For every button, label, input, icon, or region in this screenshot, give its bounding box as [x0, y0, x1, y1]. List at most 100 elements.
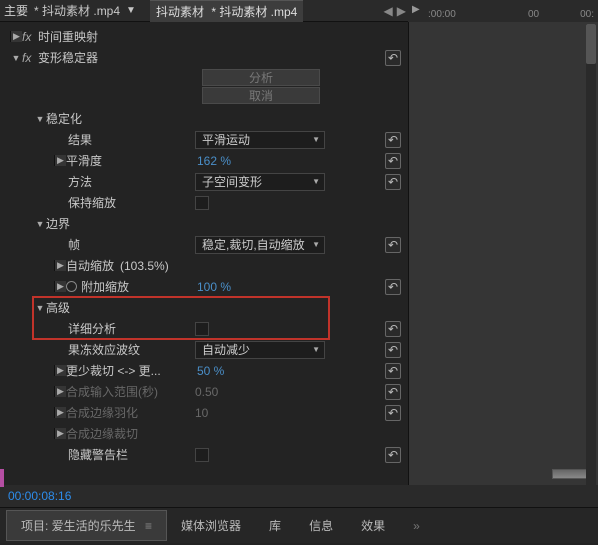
chevron-right-icon[interactable]	[54, 407, 66, 418]
prop-synth-edge: 合成边缘羽化 10 ↶	[0, 402, 408, 423]
chevron-right-icon[interactable]	[54, 428, 66, 439]
reset-icon[interactable]: ↶	[385, 153, 401, 169]
group-stabilization[interactable]: 稳定化	[0, 108, 408, 129]
chevron-right-icon[interactable]	[10, 31, 22, 42]
play-icon[interactable]: ▶	[412, 4, 420, 15]
prop-label: 更少裁切 <-> 更...	[66, 362, 161, 379]
main-label[interactable]: 主要	[4, 2, 28, 19]
tick-label: :00:00	[428, 9, 456, 20]
analyze-button[interactable]: 分析	[202, 69, 320, 86]
preserve-scale-checkbox[interactable]	[195, 196, 209, 210]
chevron-down-icon[interactable]	[34, 219, 46, 229]
prop-label: 合成边缘裁切	[66, 425, 138, 442]
chevron-right-icon[interactable]	[54, 260, 66, 271]
chevron-right-icon[interactable]	[54, 365, 66, 376]
rolling-shutter-dropdown[interactable]: 自动减少	[195, 341, 325, 359]
prop-framing: 帧 稳定,裁切,自动缩放 ↶	[0, 234, 408, 255]
accent-marker	[0, 469, 4, 487]
result-dropdown[interactable]: 平滑运动	[195, 131, 325, 149]
hide-warning-checkbox[interactable]	[195, 448, 209, 462]
timecode-bar: 00:00:08:16	[0, 485, 598, 507]
autoscale-pct: (103.5%)	[120, 259, 169, 273]
chevron-right-icon[interactable]	[54, 386, 66, 397]
scrollbar-thumb[interactable]	[586, 24, 596, 64]
reset-icon[interactable]: ↶	[385, 174, 401, 190]
chevron-right-icon[interactable]	[54, 281, 66, 292]
synth-input-value: 0.50	[195, 385, 218, 399]
timeline-ruler[interactable]: ▶ :00:00 00 00:	[408, 0, 598, 22]
reset-icon[interactable]: ↶	[385, 50, 401, 66]
prop-hide-warning: 隐藏警告栏 ↶	[0, 444, 408, 465]
prop-method: 方法 子空间变形 ↶	[0, 171, 408, 192]
scrollbar[interactable]	[586, 24, 596, 485]
prop-preserve-scale: 保持缩放	[0, 192, 408, 213]
bottom-tabs: 项目: 爱生活的乐先生 ≡ 媒体浏览器 库 信息 效果 »	[0, 507, 598, 543]
prop-label: 自动缩放	[66, 257, 114, 274]
reset-icon[interactable]: ↶	[385, 321, 401, 337]
prop-detailed-analysis: 详细分析 ↶	[0, 318, 408, 339]
reset-icon[interactable]: ↶	[385, 405, 401, 421]
nav-prev-icon[interactable]: ◀	[384, 4, 393, 18]
group-label: 高级	[46, 299, 70, 316]
effect-warp-stabilizer[interactable]: fx 变形稳定器 ↶	[0, 47, 408, 68]
tick-label: 00	[528, 9, 539, 20]
prop-rolling-shutter: 果冻效应波纹 自动减少 ↶	[0, 339, 408, 360]
prop-label: 果冻效应波纹	[68, 341, 140, 358]
chevron-down-icon[interactable]	[34, 114, 46, 124]
tab-more-icon[interactable]: »	[399, 513, 434, 539]
nav-next-icon[interactable]: ▶	[397, 4, 406, 18]
effect-time-remap[interactable]: fx 时间重映射	[0, 26, 408, 47]
fx-icon: fx	[22, 30, 38, 44]
chevron-down-icon[interactable]	[10, 53, 22, 63]
prop-autoscale[interactable]: 自动缩放 (103.5%)	[0, 255, 408, 276]
prop-synth-edge-crop: 合成边缘裁切	[0, 423, 408, 444]
group-borders[interactable]: 边界	[0, 213, 408, 234]
panel-menu-icon[interactable]: ≡	[145, 519, 152, 533]
effect-label: 变形稳定器	[38, 49, 98, 66]
tab-library[interactable]: 库	[255, 511, 295, 540]
synth-edge-value: 10	[195, 406, 208, 420]
effect-label: 时间重映射	[38, 28, 98, 45]
breadcrumb-tab[interactable]: 抖动素材 * 抖动素材 .mp4	[150, 0, 303, 22]
reset-icon[interactable]: ↶	[385, 363, 401, 379]
prop-label: 帧	[68, 236, 80, 253]
framing-dropdown[interactable]: 稳定,裁切,自动缩放	[195, 236, 325, 254]
detailed-analysis-checkbox[interactable]	[195, 322, 209, 336]
file1-label[interactable]: * 抖动素材 .mp4	[34, 2, 120, 19]
reset-icon[interactable]: ↶	[385, 237, 401, 253]
tab-effects[interactable]: 效果	[347, 511, 399, 540]
effects-panel: fx 时间重映射 fx 变形稳定器 ↶ 分析 取消 稳定化 结果 平滑运动 ↶	[0, 22, 408, 485]
group-label: 稳定化	[46, 110, 82, 127]
cancel-button[interactable]: 取消	[202, 87, 320, 104]
timecode-value[interactable]: 00:00:08:16	[8, 489, 71, 503]
smoothness-value[interactable]: 162 %	[195, 154, 231, 168]
reset-icon[interactable]: ↶	[385, 384, 401, 400]
reset-icon[interactable]: ↶	[385, 132, 401, 148]
tab-media-browser[interactable]: 媒体浏览器	[167, 511, 255, 540]
prop-label: 合成输入范围(秒)	[66, 383, 158, 400]
prop-label: 平滑度	[66, 152, 102, 169]
less-more-value[interactable]: 50 %	[195, 364, 224, 378]
prop-label: 结果	[68, 131, 92, 148]
reset-icon[interactable]: ↶	[385, 279, 401, 295]
prop-label: 隐藏警告栏	[68, 446, 128, 463]
prop-label: 附加缩放	[81, 278, 129, 295]
prop-label: 详细分析	[68, 320, 116, 337]
dropdown-arrow-icon[interactable]: ▼	[126, 5, 136, 16]
chevron-down-icon[interactable]	[34, 303, 46, 313]
method-dropdown[interactable]: 子空间变形	[195, 173, 325, 191]
keyframe-icon[interactable]	[64, 279, 80, 295]
tab-info[interactable]: 信息	[295, 511, 347, 540]
tick-label: 00:	[580, 9, 594, 20]
tab-project[interactable]: 项目: 爱生活的乐先生 ≡	[6, 510, 167, 541]
group-label: 边界	[46, 215, 70, 232]
group-advanced[interactable]: 高级	[0, 297, 408, 318]
chevron-right-icon[interactable]	[54, 155, 66, 166]
reset-icon[interactable]: ↶	[385, 447, 401, 463]
prop-synth-input: 合成输入范围(秒) 0.50 ↶	[0, 381, 408, 402]
timeline-track-area	[408, 22, 598, 485]
reset-icon[interactable]: ↶	[385, 342, 401, 358]
additional-scale-value[interactable]: 100 %	[195, 280, 231, 294]
nav-arrows: ◀ ▶	[384, 0, 406, 22]
prop-smoothness: 平滑度 162 % ↶	[0, 150, 408, 171]
